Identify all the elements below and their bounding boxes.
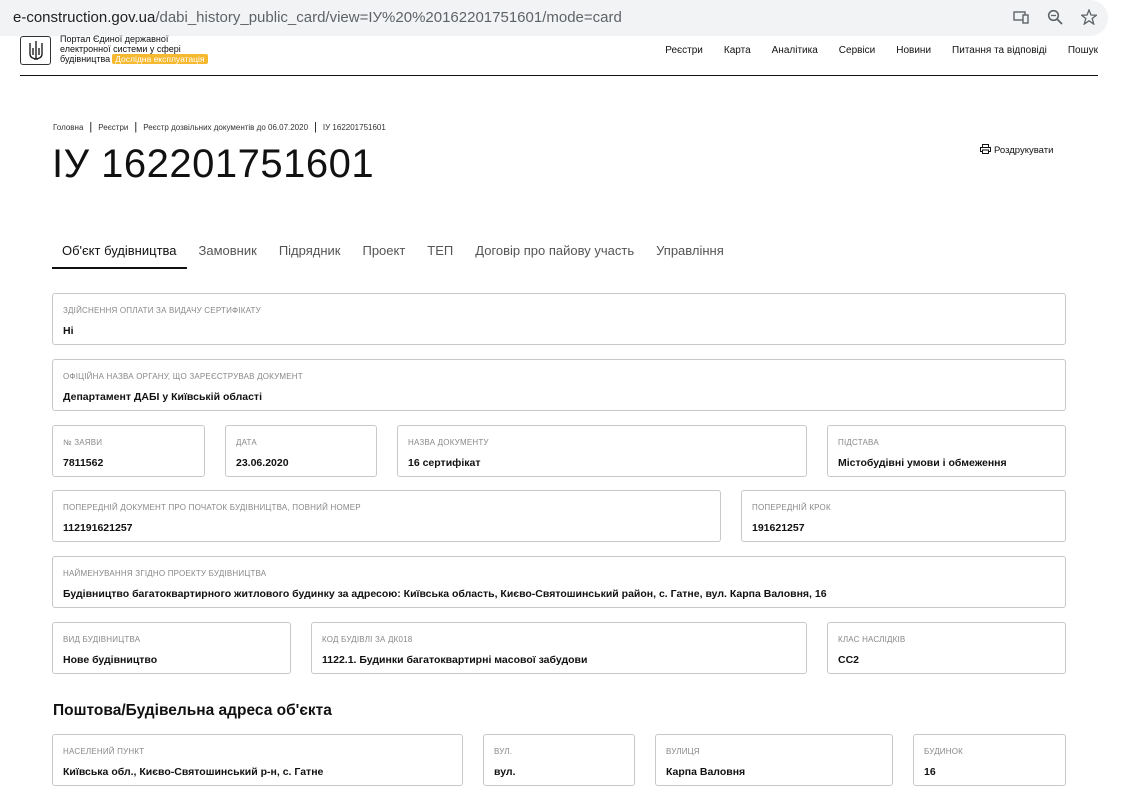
- nav-analytics[interactable]: Аналітика: [772, 45, 818, 56]
- site-header: Портал Єдиної державної електронної сист…: [20, 34, 1098, 76]
- field-label: Дата: [236, 438, 257, 447]
- address-section-title: Поштова/Будівельна адреса об'єкта: [53, 702, 332, 719]
- field-value: 112191621257: [63, 522, 133, 534]
- field-label: № заяви: [63, 438, 103, 447]
- field-previous-step: Попередній крок 191621257: [741, 490, 1066, 542]
- field-authority: Офіційна назва органу, що зареєстрував д…: [52, 359, 1066, 411]
- field-payment: Здійснення оплати за видачу сертифікату …: [52, 293, 1066, 345]
- field-value: Карпа Валовня: [666, 766, 746, 778]
- tab-tep[interactable]: ТЕП: [417, 243, 463, 269]
- field-value: Будівництво багатоквартирного житлового …: [63, 588, 827, 600]
- bookmark-star-icon[interactable]: [1080, 8, 1098, 26]
- breadcrumb: Головна | Реєстри | Реєстр дозвільних до…: [53, 121, 386, 133]
- trident-logo-icon[interactable]: [20, 36, 51, 65]
- breadcrumb-separator: |: [134, 121, 138, 133]
- nav-registries[interactable]: Реєстри: [665, 45, 703, 56]
- field-label: Найменування згідно проекту будівництва: [63, 569, 267, 578]
- portal-name-line3: будівництва: [60, 54, 111, 64]
- field-value: Київська обл., Києво-Святошинський р-н, …: [63, 766, 324, 778]
- url-host: e-construction.gov.ua: [13, 9, 156, 26]
- field-value: Містобудівні умови і обмеження: [838, 457, 1007, 469]
- field-basis: Підстава Містобудівні умови і обмеження: [827, 425, 1066, 477]
- zoom-icon[interactable]: [1046, 8, 1064, 26]
- field-value: 1122.1. Будинки багатоквартирні масової …: [322, 654, 588, 666]
- field-value: вул.: [494, 766, 516, 778]
- beta-badge: Дослідна експлуатація: [112, 54, 208, 64]
- field-street: Вулиця Карпа Валовня: [655, 734, 893, 786]
- printer-icon: [980, 144, 991, 157]
- breadcrumb-registries[interactable]: Реєстри: [98, 123, 128, 132]
- field-street-type: Вул. вул.: [483, 734, 635, 786]
- breadcrumb-current: ІУ 162201751601: [322, 122, 386, 132]
- breadcrumb-home[interactable]: Головна: [53, 123, 83, 132]
- browser-address-bar[interactable]: e-construction.gov.ua/dabi_history_publi…: [0, 0, 1108, 36]
- field-label: Офіційна назва органу, що зареєстрував д…: [63, 372, 303, 381]
- field-label: Здійснення оплати за видачу сертифікату: [63, 306, 261, 315]
- url-text[interactable]: e-construction.gov.ua/dabi_history_publi…: [13, 9, 622, 26]
- main-nav: Реєстри Карта Аналітика Сервіси Новини П…: [665, 45, 1098, 56]
- field-label: Вулиця: [666, 747, 700, 756]
- field-label: Попередній крок: [752, 503, 831, 512]
- portal-name[interactable]: Портал Єдиної державної електронної сист…: [60, 34, 208, 64]
- nav-faq[interactable]: Питання та відповіді: [952, 45, 1047, 56]
- field-value: Департамент ДАБІ у Київській області: [63, 391, 262, 403]
- portal-name-line1: Портал Єдиної державної: [60, 34, 169, 44]
- portal-name-line2: електронної системи у сфері: [60, 44, 181, 54]
- field-label: Вул.: [494, 747, 513, 756]
- tabs: Об'єкт будівництва Замовник Підрядник Пр…: [52, 243, 736, 269]
- field-project-name: Найменування згідно проекту будівництва …: [52, 556, 1066, 608]
- nav-search[interactable]: Пошук: [1068, 45, 1098, 56]
- nav-news[interactable]: Новини: [896, 45, 931, 56]
- tab-management[interactable]: Управління: [646, 243, 734, 269]
- field-label: Клас наслідків: [838, 635, 906, 644]
- field-consequence-class: Клас наслідків СС2: [827, 622, 1066, 674]
- field-value: СС2: [838, 654, 860, 666]
- tab-contractor[interactable]: Підрядник: [269, 243, 351, 269]
- field-label: Будинок: [924, 747, 964, 756]
- tab-project[interactable]: Проект: [352, 243, 415, 269]
- print-label: Роздрукувати: [994, 145, 1054, 156]
- print-button[interactable]: Роздрукувати: [980, 144, 1053, 157]
- nav-services[interactable]: Сервіси: [839, 45, 875, 56]
- breadcrumb-separator: |: [314, 121, 317, 133]
- breadcrumb-separator: |: [89, 121, 93, 133]
- field-label: Код будівлі за ДК018: [322, 635, 413, 644]
- field-application-number: № заяви 7811562: [52, 425, 205, 477]
- url-path: /dabi_history_public_card/view=ІУ%20%201…: [155, 9, 622, 26]
- field-label: Населений пункт: [63, 747, 145, 756]
- field-previous-document: Попередній документ про початок будівниц…: [52, 490, 721, 542]
- field-building-code: Код будівлі за ДК018 1122.1. Будинки баг…: [311, 622, 807, 674]
- nav-map[interactable]: Карта: [724, 45, 751, 56]
- field-label: Попередній документ про початок будівниц…: [63, 503, 361, 512]
- field-document-name: Назва документу 16 сертифікат: [397, 425, 807, 477]
- page-title: ІУ 162201751601: [52, 142, 375, 186]
- field-locality: Населений пункт Київська обл., Києво-Свя…: [52, 734, 463, 786]
- field-building-number: Будинок 16: [913, 734, 1066, 786]
- field-value: 23.06.2020: [236, 457, 289, 469]
- field-value: 16 сертифікат: [408, 457, 481, 469]
- tab-customer[interactable]: Замовник: [189, 243, 267, 269]
- breadcrumb-registry[interactable]: Реєстр дозвільних документів до 06.07.20…: [143, 123, 308, 132]
- field-date: Дата 23.06.2020: [225, 425, 377, 477]
- field-value: 16: [924, 766, 936, 778]
- tab-construction-object[interactable]: Об'єкт будівництва: [52, 243, 187, 269]
- field-label: Вид будівництва: [63, 635, 141, 644]
- field-label: Назва документу: [408, 438, 489, 447]
- cast-icon[interactable]: [1012, 8, 1030, 26]
- field-label: Підстава: [838, 438, 879, 447]
- field-value: 191621257: [752, 522, 805, 534]
- tab-share-agreement[interactable]: Договір про пайову участь: [465, 243, 644, 269]
- field-construction-type: Вид будівництва Нове будівництво: [52, 622, 291, 674]
- field-value: 7811562: [63, 457, 104, 469]
- field-value: Нове будівництво: [63, 654, 158, 666]
- field-value: Ні: [63, 325, 74, 337]
